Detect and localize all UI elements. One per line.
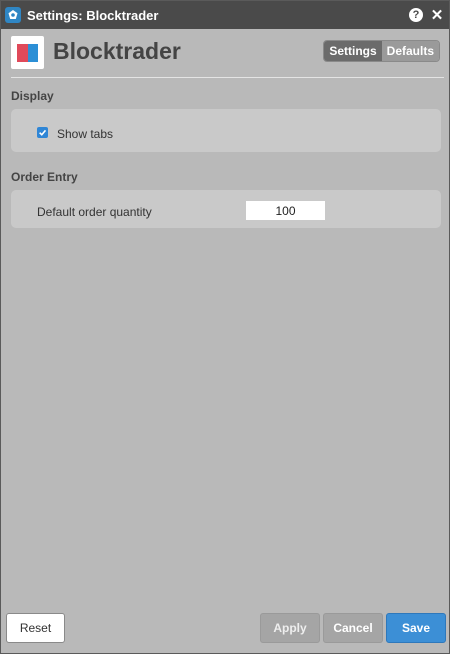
- header-divider: [11, 77, 444, 78]
- settings-window: Settings: Blocktrader ? ✕ Blocktrader Se…: [0, 0, 450, 654]
- cancel-button[interactable]: Cancel: [323, 613, 383, 643]
- tab-settings[interactable]: Settings: [324, 41, 382, 61]
- show-tabs-checkbox[interactable]: [37, 127, 48, 138]
- close-icon: ✕: [430, 7, 444, 24]
- tab-defaults[interactable]: Defaults: [381, 41, 439, 61]
- order-entry-section-title: Order Entry: [11, 170, 78, 184]
- display-section-title: Display: [11, 89, 54, 103]
- save-button[interactable]: Save: [386, 613, 446, 643]
- display-panel: Show tabs: [11, 109, 441, 152]
- settings-defaults-toggle: Settings Defaults: [323, 40, 440, 62]
- settings-header: Blocktrader Settings Defaults: [1, 29, 449, 77]
- show-tabs-label: Show tabs: [57, 127, 114, 141]
- order-entry-panel: Default order quantity: [11, 190, 441, 228]
- app-icon: [5, 7, 21, 23]
- help-icon: ?: [409, 8, 423, 22]
- title-bar[interactable]: Settings: Blocktrader ? ✕: [1, 1, 449, 29]
- reset-button[interactable]: Reset: [6, 613, 65, 643]
- default-order-quantity-label: Default order quantity: [37, 205, 152, 219]
- blocktrader-logo: [11, 36, 44, 69]
- help-button[interactable]: ?: [407, 6, 425, 24]
- window-title: Settings: Blocktrader: [27, 7, 159, 23]
- close-button[interactable]: ✕: [428, 6, 446, 24]
- app-name: Blocktrader: [53, 38, 181, 64]
- apply-button[interactable]: Apply: [260, 613, 320, 643]
- default-order-quantity-input[interactable]: [246, 201, 325, 220]
